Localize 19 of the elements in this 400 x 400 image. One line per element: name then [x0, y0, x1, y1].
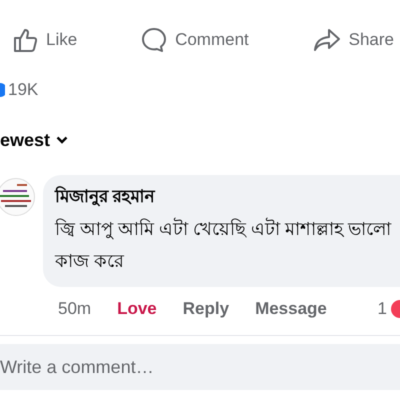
chevron-down-icon: [56, 136, 68, 144]
sort-dropdown[interactable]: ewest: [0, 128, 68, 152]
message-button[interactable]: Message: [255, 299, 327, 319]
share-button[interactable]: Share: [312, 25, 394, 55]
love-reaction-button[interactable]: Love: [117, 299, 157, 319]
reaction-icon: [0, 83, 5, 97]
comment-time: 50m: [58, 299, 92, 319]
reaction-count: 19K: [8, 80, 38, 100]
speech-bubble-icon: [141, 27, 168, 53]
thumbs-up-icon: [12, 27, 38, 53]
comment-author[interactable]: মিজানুর রহমান: [55, 183, 400, 211]
comment-input[interactable]: Write a comment…: [0, 344, 400, 390]
reply-button[interactable]: Reply: [182, 299, 230, 319]
like-button[interactable]: Like: [12, 25, 78, 55]
comment-text: জ্বি আপু আমি এটা খেয়েছি এটা মাশাল্লাহ ভালো কাজ করে: [55, 216, 392, 273]
comment-button[interactable]: Comment: [141, 25, 249, 55]
reaction-total: 1: [378, 299, 387, 319]
share-arrow-icon: [312, 27, 341, 53]
heart-reaction-icon: [391, 300, 400, 318]
